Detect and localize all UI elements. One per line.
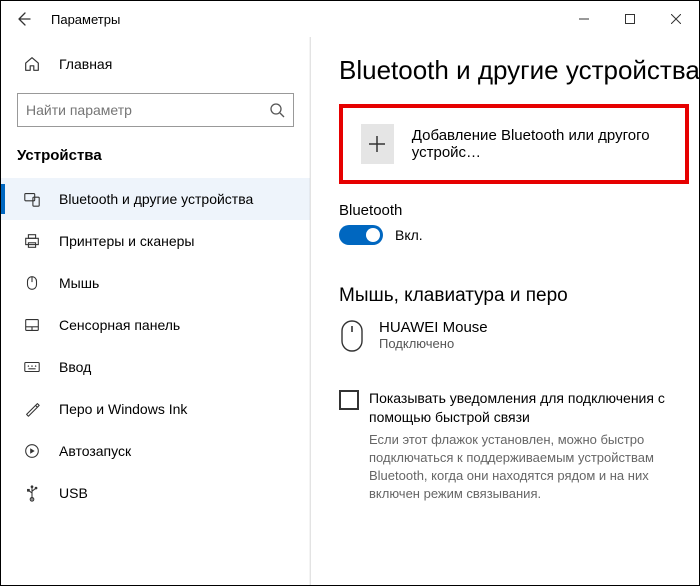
back-button[interactable]: [7, 3, 39, 35]
toggle-knob: [366, 228, 380, 242]
sidebar-item-touchpad[interactable]: Сенсорная панель: [1, 304, 310, 346]
sidebar-item-label: Сенсорная панель: [59, 317, 180, 333]
window-controls: [561, 3, 699, 35]
sidebar-item-label: Перо и Windows Ink: [59, 401, 187, 417]
mouse-device-icon: [339, 319, 365, 353]
sidebar-item-label: Мышь: [59, 275, 99, 291]
sidebar-item-pen[interactable]: Перо и Windows Ink: [1, 388, 310, 430]
touchpad-icon: [23, 316, 41, 334]
search-field[interactable]: [26, 102, 269, 118]
add-device-button[interactable]: Добавление Bluetooth или другого устройс…: [339, 104, 689, 184]
sidebar-item-autoplay[interactable]: Автозапуск: [1, 430, 310, 472]
minimize-button[interactable]: [561, 3, 607, 35]
bluetooth-devices-icon: [23, 190, 41, 208]
maximize-icon: [625, 14, 635, 24]
sidebar-item-typing[interactable]: Ввод: [1, 346, 310, 388]
sidebar-item-label: Bluetooth и другие устройства: [59, 191, 253, 207]
sidebar-item-usb[interactable]: USB: [1, 472, 310, 514]
window-title: Параметры: [39, 12, 120, 27]
plus-icon: [361, 124, 394, 164]
search-icon: [269, 102, 285, 118]
printer-icon: [23, 232, 41, 250]
sidebar-item-label: Автозапуск: [59, 443, 131, 459]
arrow-left-icon: [15, 11, 31, 27]
bluetooth-section-label: Bluetooth: [339, 202, 691, 219]
home-label: Главная: [59, 56, 112, 72]
device-item[interactable]: HUAWEI Mouse Подключено: [339, 319, 691, 353]
search-input[interactable]: [17, 93, 294, 127]
add-device-label: Добавление Bluetooth или другого устройс…: [412, 127, 667, 161]
bluetooth-toggle-state: Вкл.: [395, 227, 423, 243]
notifications-checkbox[interactable]: [339, 390, 359, 410]
devices-heading: Мышь, клавиатура и перо: [339, 285, 691, 307]
sidebar-item-printers[interactable]: Принтеры и сканеры: [1, 220, 310, 262]
mouse-icon: [23, 274, 41, 292]
notifications-description: Если этот флажок установлен, можно быстр…: [369, 431, 691, 504]
titlebar: Параметры: [1, 1, 699, 37]
sidebar-item-label: USB: [59, 485, 88, 501]
close-icon: [671, 14, 681, 24]
sidebar-item-label: Ввод: [59, 359, 91, 375]
keyboard-icon: [23, 358, 41, 376]
minimize-icon: [579, 14, 589, 24]
notifications-checkbox-label: Показывать уведомления для подключения с…: [369, 389, 691, 427]
sidebar-item-bluetooth[interactable]: Bluetooth и другие устройства: [1, 178, 310, 220]
sidebar-item-label: Принтеры и сканеры: [59, 233, 194, 249]
usb-icon: [23, 484, 41, 502]
sidebar-item-mouse[interactable]: Мышь: [1, 262, 310, 304]
autoplay-icon: [23, 442, 41, 460]
close-button[interactable]: [653, 3, 699, 35]
sidebar: Главная Устройства Bluetooth и другие ус…: [1, 37, 311, 585]
sidebar-category: Устройства: [1, 141, 310, 178]
home-link[interactable]: Главная: [1, 45, 310, 83]
bluetooth-toggle[interactable]: [339, 225, 383, 245]
page-title: Bluetooth и другие устройства: [339, 55, 691, 86]
home-icon: [23, 55, 41, 73]
device-status: Подключено: [379, 336, 488, 351]
device-name: HUAWEI Mouse: [379, 319, 488, 336]
pen-icon: [23, 400, 41, 418]
maximize-button[interactable]: [607, 3, 653, 35]
content: Bluetooth и другие устройства Добавление…: [311, 37, 699, 585]
